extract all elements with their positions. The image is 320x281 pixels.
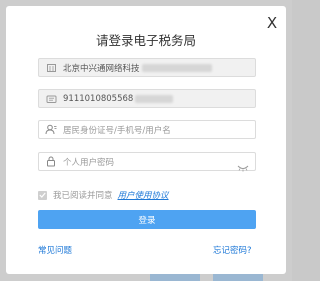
agreement-row: 我已阅读并同意 用户使用协议 <box>38 189 169 201</box>
faq-link[interactable]: 常见问题 <box>38 244 72 256</box>
tax-id-field: 9111010805568 <box>38 89 256 108</box>
id-card-icon <box>39 90 63 107</box>
building-icon <box>39 59 63 76</box>
login-dialog: X 请登录电子税务局 北京中兴通网络科技 9111010805568 居民身份证… <box>6 6 286 274</box>
account-input[interactable]: 居民身份证号/手机号/用户名 <box>38 120 256 139</box>
eye-closed-icon[interactable] <box>237 157 249 176</box>
watermark: ©… <box>6 262 20 270</box>
agreement-label: 我已阅读并同意 <box>53 191 113 201</box>
company-field: 北京中兴通网络科技 <box>38 58 256 77</box>
dialog-title: 请登录电子税务局 <box>95 33 196 48</box>
password-input[interactable]: 个人用户密码 <box>38 152 256 172</box>
company-redacted <box>141 63 212 72</box>
user-icon <box>39 121 63 138</box>
company-value: 北京中兴通网络科技 <box>63 63 140 74</box>
tax-id-redacted <box>135 94 174 103</box>
user-agreement-link[interactable]: 用户使用协议 <box>118 189 169 201</box>
tax-id-value: 9111010805568 <box>63 93 134 104</box>
account-placeholder: 居民身份证号/手机号/用户名 <box>63 125 171 136</box>
login-button[interactable]: 登录 <box>38 210 256 229</box>
agreement-checkbox[interactable] <box>38 190 47 200</box>
forgot-password-link[interactable]: 忘记密码? <box>213 244 252 256</box>
lock-icon <box>39 153 63 170</box>
password-placeholder: 个人用户密码 <box>63 157 115 168</box>
